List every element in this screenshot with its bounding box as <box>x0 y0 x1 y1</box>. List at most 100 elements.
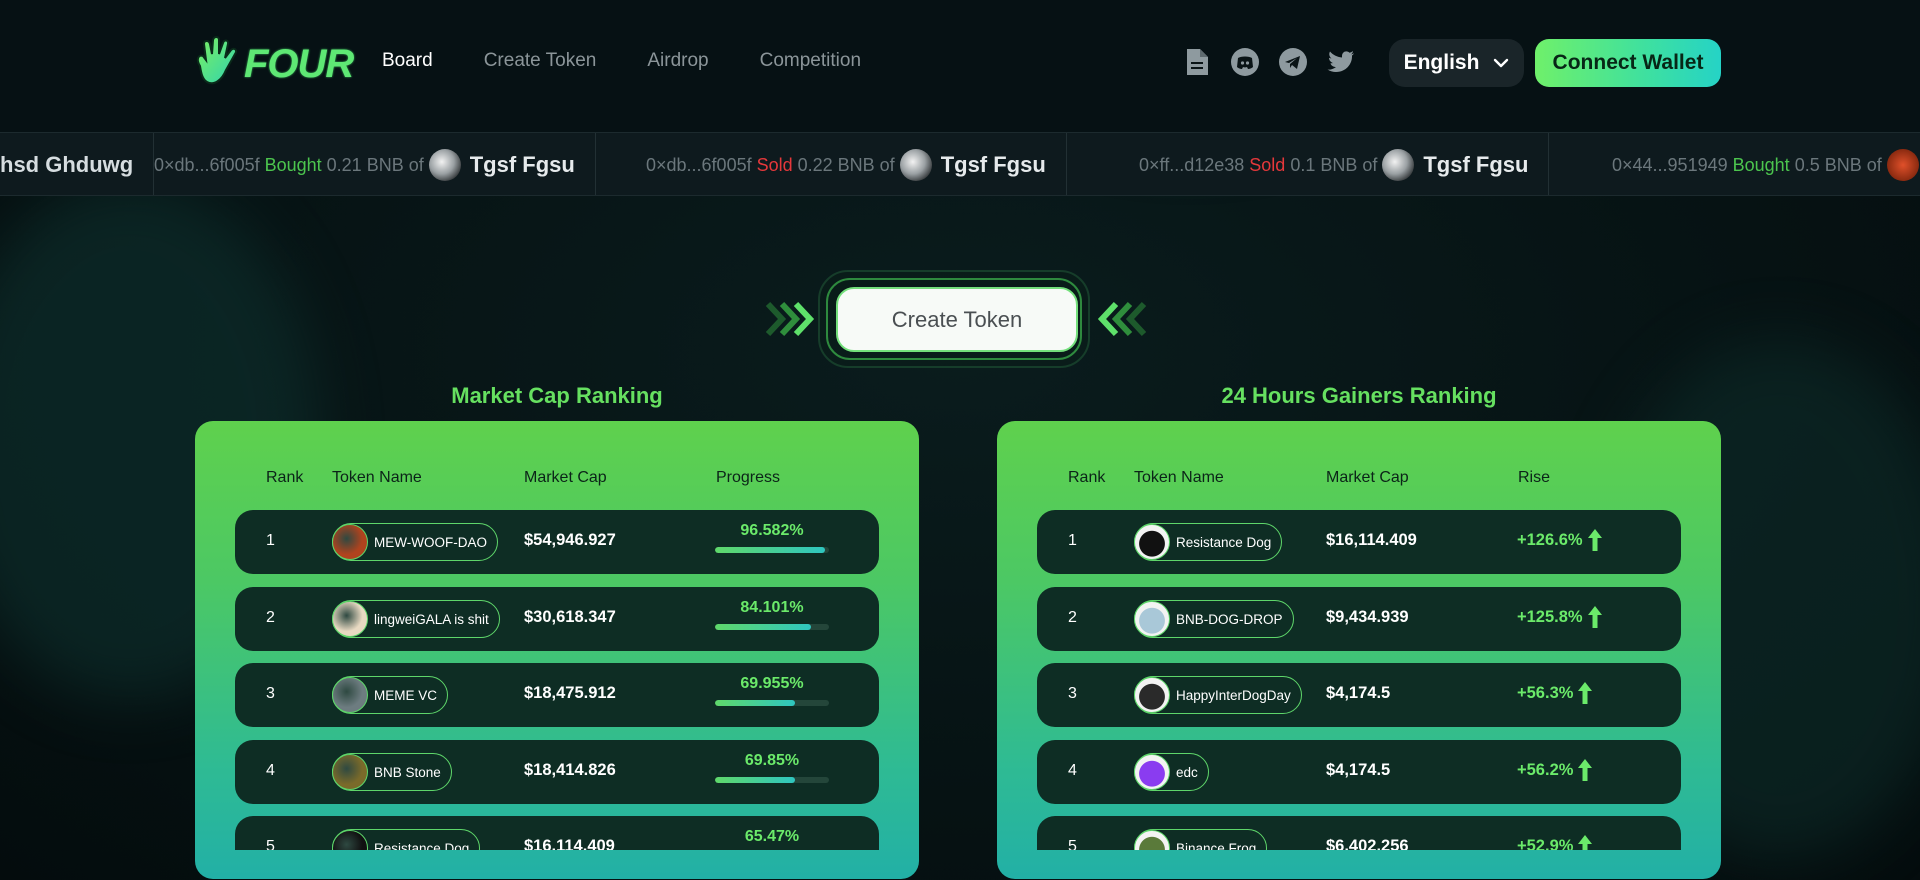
twitter-icon[interactable] <box>1326 47 1356 77</box>
row-rank: 1 <box>1068 532 1077 549</box>
ticker-item[interactable]: 0×44...951949 Bought 0.5 BNB of <box>1612 133 1920 195</box>
rise-cell: +52.9% <box>1517 834 1593 850</box>
table-row[interactable]: 4 edc $4,174.5 +56.2% <box>1037 740 1681 804</box>
header-rank: Rank <box>1068 469 1106 486</box>
progress-cell: 69.85% <box>715 752 829 783</box>
progress-bar <box>715 777 829 783</box>
arrow-up-icon <box>1578 759 1593 781</box>
market-cap-value: $16,114.409 <box>524 837 615 850</box>
token-avatar <box>332 830 368 850</box>
ticker-address: 0×44...951949 <box>1612 154 1728 175</box>
token-pill[interactable]: Binance Frog <box>1134 829 1268 850</box>
token-avatar <box>1134 601 1170 637</box>
market-cap-value: $6,402.256 <box>1326 837 1409 850</box>
ticker-item[interactable]: 0×ff...d12e38 Sold 0.1 BNB of Tgsf Fgsu <box>1139 133 1550 195</box>
ticker-action: Bought <box>264 154 322 175</box>
document-icon[interactable] <box>1182 47 1212 77</box>
market-cap-panel: Rank Token Name Market Cap Progress 1 ME… <box>195 421 919 879</box>
market-cap-value: $30,618.347 <box>524 608 616 626</box>
ticker-amount: 0.21 BNB of <box>326 154 424 175</box>
token-pill[interactable]: MEW-WOOF-DAO <box>332 523 498 561</box>
ticker-item[interactable]: hsd Ghduwg <box>0 133 155 195</box>
ranking-list: 1 MEW-WOOF-DAO $54,946.927 96.582% 2 lin… <box>235 510 879 850</box>
hand-logo-icon <box>196 36 238 85</box>
token-name: BNB-DOG-DROP <box>1176 611 1283 627</box>
progress-percent: 96.582% <box>740 522 804 539</box>
ticker-token-name: hsd Ghduwg <box>0 152 134 177</box>
token-pill[interactable]: BNB-DOG-DROP <box>1134 600 1294 638</box>
nav-board[interactable]: Board <box>382 50 433 72</box>
token-pill[interactable]: Resistance Dog <box>332 829 481 851</box>
market-cap-title: Market Cap Ranking <box>451 383 663 408</box>
token-name: BNB Stone <box>374 764 441 780</box>
chevron-right-icon <box>765 301 815 337</box>
token-avatar <box>332 524 368 560</box>
chevron-down-icon <box>1494 58 1509 68</box>
create-token-button[interactable]: Create Token <box>836 287 1078 352</box>
token-name: Resistance Dog <box>1176 534 1272 550</box>
token-pill[interactable]: edc <box>1134 753 1209 791</box>
chevron-left-icon <box>1097 301 1147 337</box>
top-header: FOUR Board Create Token Airdrop Competit… <box>0 0 1920 132</box>
token-name: Resistance Dog <box>374 840 470 851</box>
telegram-icon[interactable] <box>1278 47 1308 77</box>
token-pill[interactable]: HappyInterDogDay <box>1134 676 1302 714</box>
progress-percent: 69.955% <box>740 675 804 692</box>
nav-competition[interactable]: Competition <box>760 50 861 72</box>
market-cap-value: $4,174.5 <box>1326 761 1391 779</box>
token-avatar <box>1134 830 1170 850</box>
ticker-action: Sold <box>756 154 793 175</box>
rise-cell: +56.3% <box>1517 681 1593 705</box>
token-pill[interactable]: Resistance Dog <box>1134 523 1283 561</box>
ticker-amount: 0.22 BNB of <box>797 154 895 175</box>
header-token-name: Token Name <box>1134 469 1224 486</box>
arrow-up-icon <box>1587 606 1602 628</box>
progress-percent: 69.85% <box>744 752 800 769</box>
table-row[interactable]: 3 MEME VC $18,475.912 69.955% <box>235 663 879 727</box>
main-nav: Board Create Token Airdrop Competition <box>382 50 861 72</box>
market-cap-value: $18,475.912 <box>524 684 616 702</box>
table-row[interactable]: 1 MEW-WOOF-DAO $54,946.927 96.582% <box>235 510 879 574</box>
discord-icon[interactable] <box>1230 47 1260 77</box>
progress-fill <box>715 777 795 783</box>
table-row[interactable]: 2 BNB-DOG-DROP $9,434.939 +125.8% <box>1037 587 1681 651</box>
row-rank: 3 <box>1068 685 1077 702</box>
arrow-up-icon <box>1587 529 1602 551</box>
token-name: edc <box>1176 764 1198 780</box>
header-market-cap: Market Cap <box>524 469 607 486</box>
token-pill[interactable]: BNB Stone <box>332 753 452 791</box>
table-row[interactable]: 1 Resistance Dog $16,114.409 +126.6% <box>1037 510 1681 574</box>
token-avatar <box>1134 754 1170 790</box>
table-row[interactable]: 5 Binance Frog $6,402.256 +52.9% <box>1037 816 1681 850</box>
rise-cell: +126.6% <box>1517 528 1603 552</box>
table-row[interactable]: 4 BNB Stone $18,414.826 69.85% <box>235 740 879 804</box>
social-links <box>1182 47 1356 77</box>
table-row[interactable]: 5 Resistance Dog $16,114.409 65.47% <box>235 816 879 850</box>
ticker-action: Sold <box>1249 154 1286 175</box>
progress-percent: 84.101% <box>740 599 804 616</box>
token-pill[interactable]: MEME VC <box>332 676 449 714</box>
nav-create-token[interactable]: Create Token <box>484 50 597 72</box>
token-pill[interactable]: lingweiGALA is shit <box>332 600 500 638</box>
row-rank: 1 <box>266 532 275 549</box>
progress-fill <box>715 547 826 553</box>
arrow-up-icon <box>1578 682 1593 704</box>
language-selector[interactable]: English <box>1389 39 1524 87</box>
row-rank: 2 <box>1068 609 1077 626</box>
progress-cell: 96.582% <box>715 522 829 553</box>
rise-cell: +56.2% <box>1517 758 1593 782</box>
brand-logo[interactable]: FOUR <box>192 36 358 92</box>
ticker-item[interactable]: 0×db...6f005f Sold 0.22 BNB of Tgsf Fgsu <box>646 133 1067 195</box>
nav-airdrop[interactable]: Airdrop <box>647 50 708 72</box>
ticker-item[interactable]: 0×db...6f005f Bought 0.21 BNB of Tgsf Fg… <box>154 133 596 195</box>
token-avatar <box>1382 149 1415 181</box>
token-name: HappyInterDogDay <box>1176 687 1291 703</box>
connect-wallet-button[interactable]: Connect Wallet <box>1535 39 1721 87</box>
table-row[interactable]: 3 HappyInterDogDay $4,174.5 +56.3% <box>1037 663 1681 727</box>
language-label: English <box>1403 51 1480 74</box>
rise-value: +52.9% <box>1517 836 1574 851</box>
token-name: MEW-WOOF-DAO <box>374 534 487 550</box>
table-row[interactable]: 2 lingweiGALA is shit $30,618.347 84.101… <box>235 587 879 651</box>
token-avatar <box>332 677 368 713</box>
ticker-action: Bought <box>1732 154 1790 175</box>
